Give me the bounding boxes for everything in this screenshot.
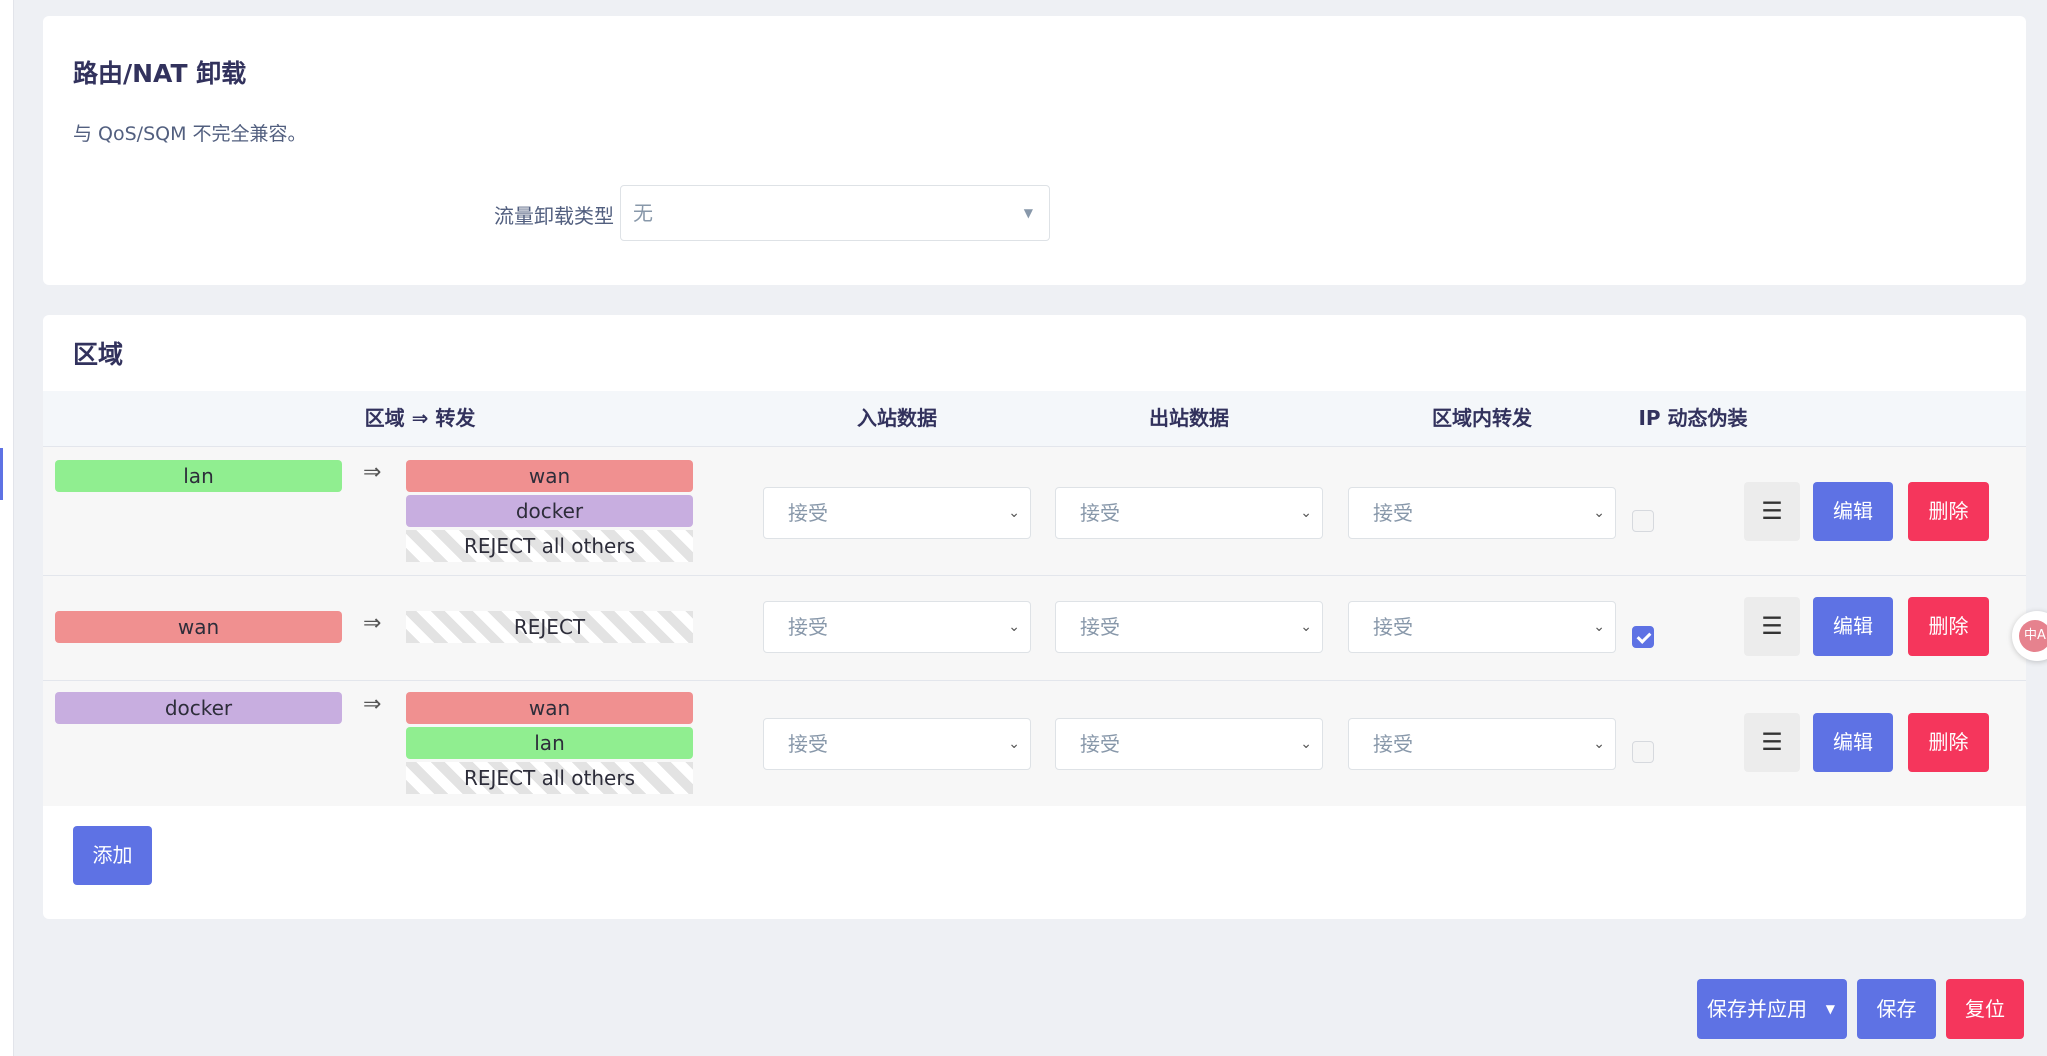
header-masq: IP 动态伪装	[1638, 406, 1748, 430]
reject-pill: REJECT all others	[406, 762, 693, 794]
edit-button[interactable]: 编辑	[1813, 482, 1893, 541]
drag-handle-button[interactable]: ☰	[1744, 482, 1800, 541]
header-zone-forward: 区域 ⇒ 转发	[364, 406, 476, 430]
forward-policy-value: 接受	[1373, 615, 1413, 639]
forward-policy-value: 接受	[1373, 732, 1413, 756]
flow-offload-select[interactable]: 无 ▼	[620, 185, 1050, 241]
input-policy-select[interactable]: 接受 ⌄	[763, 718, 1031, 770]
output-policy-value: 接受	[1080, 732, 1120, 756]
chevron-down-icon: ⌄	[1593, 736, 1605, 752]
zones-title: 区域	[73, 340, 124, 369]
flow-offload-value: 无	[633, 201, 653, 225]
chevron-down-icon: ⌄	[1008, 736, 1020, 752]
chevron-down-icon: ⌄	[1593, 505, 1605, 521]
save-apply-label: 保存并应用	[1707, 997, 1807, 1021]
zones-section: 区域 区域 ⇒ 转发 入站数据 出站数据 区域内转发 IP 动态伪装 lan ⇒…	[43, 315, 2026, 919]
chevron-down-icon: ⌄	[1300, 505, 1312, 521]
chevron-down-icon: ⌄	[1300, 736, 1312, 752]
forward-target-pill: lan	[406, 727, 693, 759]
table-row: lan ⇒ wan docker REJECT all others 接受 ⌄ 接…	[43, 447, 2026, 576]
chevron-down-icon: ⌄	[1008, 619, 1020, 635]
masq-checkbox[interactable]	[1632, 510, 1654, 532]
delete-button[interactable]: 删除	[1908, 482, 1989, 541]
forward-arrow: ⇒	[363, 692, 382, 717]
delete-button[interactable]: 删除	[1908, 713, 1989, 772]
header-output: 出站数据	[1149, 406, 1229, 430]
forward-target-pill: wan	[406, 692, 693, 724]
caret-down-icon[interactable]: ▼	[1826, 979, 1835, 1039]
zone-pill-wan: wan	[55, 611, 342, 643]
offload-title: 路由/NAT 卸载	[73, 59, 247, 88]
input-policy-select[interactable]: 接受 ⌄	[763, 487, 1031, 539]
drag-handle-button[interactable]: ☰	[1744, 597, 1800, 656]
output-policy-select[interactable]: 接受 ⌄	[1055, 487, 1323, 539]
input-policy-value: 接受	[788, 501, 828, 525]
sidebar-edge	[0, 0, 14, 1056]
offload-section: 路由/NAT 卸载 与 QoS/SQM 不完全兼容。 流量卸载类型 无 ▼	[43, 16, 2026, 285]
add-zone-button[interactable]: 添加	[73, 826, 152, 885]
masq-checkbox[interactable]	[1632, 741, 1654, 763]
zone-pill-lan: lan	[55, 460, 342, 492]
save-apply-button[interactable]: 保存并应用 ▼	[1697, 979, 1847, 1039]
input-policy-value: 接受	[788, 732, 828, 756]
reset-button[interactable]: 复位	[1946, 979, 2024, 1039]
output-policy-value: 接受	[1080, 501, 1120, 525]
caret-down-icon: ▼	[1023, 206, 1033, 220]
zone-pill-docker: docker	[55, 692, 342, 724]
reject-pill: REJECT	[406, 611, 693, 643]
offload-description: 与 QoS/SQM 不完全兼容。	[73, 123, 307, 145]
drag-handle-button[interactable]: ☰	[1744, 713, 1800, 772]
input-policy-value: 接受	[788, 615, 828, 639]
translate-icon: 中A	[2019, 620, 2047, 652]
masq-checkbox[interactable]	[1632, 626, 1654, 648]
output-policy-value: 接受	[1080, 615, 1120, 639]
edit-button[interactable]: 编辑	[1813, 713, 1893, 772]
output-policy-select[interactable]: 接受 ⌄	[1055, 601, 1323, 653]
chevron-down-icon: ⌄	[1300, 619, 1312, 635]
forward-policy-select[interactable]: 接受 ⌄	[1348, 487, 1616, 539]
forward-policy-value: 接受	[1373, 501, 1413, 525]
header-input: 入站数据	[857, 406, 937, 430]
forward-target-pill: docker	[406, 495, 693, 527]
output-policy-select[interactable]: 接受 ⌄	[1055, 718, 1323, 770]
chevron-down-icon: ⌄	[1008, 505, 1020, 521]
chevron-down-icon: ⌄	[1593, 619, 1605, 635]
forward-target-pill: wan	[406, 460, 693, 492]
sidebar-active-marker	[0, 448, 3, 500]
forward-arrow: ⇒	[363, 460, 382, 485]
forward-arrow: ⇒	[363, 611, 382, 636]
table-row: wan ⇒ REJECT 接受 ⌄ 接受 ⌄ 接受 ⌄ ☰ 编辑 删除	[43, 576, 2026, 681]
edit-button[interactable]: 编辑	[1813, 597, 1893, 656]
forward-policy-select[interactable]: 接受 ⌄	[1348, 601, 1616, 653]
delete-button[interactable]: 删除	[1908, 597, 1989, 656]
flow-offload-label: 流量卸载类型	[494, 204, 614, 228]
input-policy-select[interactable]: 接受 ⌄	[763, 601, 1031, 653]
save-button[interactable]: 保存	[1857, 979, 1936, 1039]
zones-table-header: 区域 ⇒ 转发 入站数据 出站数据 区域内转发 IP 动态伪装	[43, 391, 2026, 447]
table-row: docker ⇒ wan lan REJECT all others 接受 ⌄ 接…	[43, 681, 2026, 806]
header-forward: 区域内转发	[1432, 406, 1532, 430]
reject-pill: REJECT all others	[406, 530, 693, 562]
forward-policy-select[interactable]: 接受 ⌄	[1348, 718, 1616, 770]
